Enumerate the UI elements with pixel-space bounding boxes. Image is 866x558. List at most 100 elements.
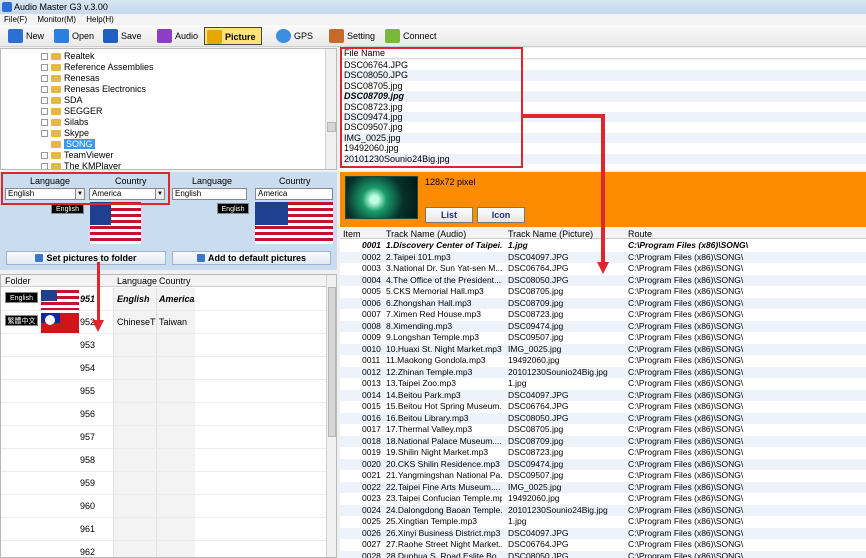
folder-row[interactable]: 952 繁體中文 ChineseT Taiwan <box>1 311 327 334</box>
track-row[interactable]: 0018 18.National Palace Museum.... DSC0870… <box>340 435 866 447</box>
track-row[interactable]: 0021 21.Yangmingshan National Pa... DSC095… <box>340 470 866 482</box>
track-picture: DSC04097.JPG <box>508 527 569 538</box>
track-row[interactable]: 0017 17.Thermal Valley.mp3 DSC08705.jpg C:\… <box>340 424 866 436</box>
track-audio: 9.Longshan Temple.mp3 <box>386 332 479 342</box>
track-audio: 11.Maokong Gondola.mp3 <box>386 355 486 365</box>
scroll-thumb[interactable] <box>328 287 336 437</box>
tree-item[interactable]: The KMPlayer <box>41 161 121 169</box>
menu-monitor[interactable]: Monitor(M) <box>37 15 76 24</box>
file-name-header[interactable]: File Name <box>340 48 866 59</box>
track-row[interactable]: 0028 28.Dunhua S. Road Eslite Bo... DSC080… <box>340 550 866 558</box>
track-row[interactable]: 0012 12.Zhinan Temple.mp3 20101230Sounio24… <box>340 366 866 378</box>
track-row[interactable]: 0024 24.Dalongdong Baoan Temple... 2010123… <box>340 504 866 516</box>
track-row[interactable]: 0009 9.Longshan Temple.mp3 DSC09507.jpg C:\… <box>340 332 866 344</box>
folder-row[interactable]: 958 <box>1 449 327 472</box>
tree-item[interactable]: Silabs <box>41 117 89 128</box>
save-icon <box>103 29 118 43</box>
tree-item[interactable]: Reference Assemblies <box>41 62 154 73</box>
folder-row[interactable]: 954 <box>1 357 327 380</box>
file-item[interactable]: DSC08709.jpg <box>340 91 866 102</box>
folder-row[interactable]: 960 <box>1 495 327 518</box>
tree-item[interactable]: SEGGER <box>41 106 103 117</box>
track-row[interactable]: 0016 16.Beitou Library.mp3 DSC08050.JPG C:\… <box>340 412 866 424</box>
icon-view-button[interactable]: Icon <box>477 207 525 223</box>
scroll-thumb[interactable] <box>327 122 336 132</box>
tree-scrollbar[interactable] <box>325 49 336 169</box>
country-label: Country <box>279 176 311 186</box>
track-row[interactable]: 0004 4.The Office of the President.... DSC… <box>340 274 866 286</box>
tree-item[interactable]: Renesas <box>41 73 100 84</box>
set-pictures-button[interactable]: Set pictures to folder <box>6 251 166 265</box>
column-route[interactable]: Route <box>628 229 652 239</box>
track-row[interactable]: 0013 13.Taipei Zoo.mp3 1.jpg C:\Program Fil… <box>340 378 866 390</box>
column-audio[interactable]: Track Name (Audio) <box>386 229 466 239</box>
track-item: 0005 <box>362 286 381 296</box>
track-audio: 2.Taipei 101.mp3 <box>386 251 451 262</box>
track-row[interactable]: 0026 26.Xinyi Business District.mp3 DSC040… <box>340 527 866 539</box>
track-row[interactable]: 0006 6.Zhongshan Hall.mp3 DSC08709.jpg C:\P… <box>340 297 866 309</box>
track-row[interactable]: 0022 22.Taipei Fine Arts Museum.... IMG_00… <box>340 481 866 493</box>
add-default-pictures-button[interactable]: Add to default pictures <box>172 251 331 265</box>
track-row[interactable]: 0027 27.Raohe Street Night Market... DSC06… <box>340 539 866 551</box>
folder-row[interactable]: 951 English English America <box>1 288 327 311</box>
folder-row[interactable]: 955 <box>1 380 327 403</box>
folder-table: Folder Language Country 951 English Englis… <box>0 274 337 558</box>
save-button[interactable]: Save <box>101 27 142 45</box>
picture-button[interactable]: Picture <box>204 27 262 45</box>
tree-item[interactable]: Skype <box>41 128 89 139</box>
file-item[interactable]: DSC08705.jpg <box>340 81 866 91</box>
column-language[interactable]: Language <box>117 276 157 286</box>
track-row[interactable]: 0020 20.CKS Shilin Residence.mp3 DSC09474.… <box>340 458 866 470</box>
default-language-field[interactable]: English <box>172 188 247 200</box>
folder-row[interactable]: 961 <box>1 518 327 541</box>
column-picture[interactable]: Track Name (Picture) <box>508 229 593 239</box>
tree-item[interactable]: Realtek <box>41 51 95 62</box>
folder-row[interactable]: 953 <box>1 334 327 357</box>
connect-button[interactable]: Connect <box>383 27 437 45</box>
country-select[interactable]: America ▼ <box>89 188 165 200</box>
track-row[interactable]: 0005 5.CKS Memorial Hall.mp3 DSC08705.jpg C… <box>340 286 866 298</box>
folder-icon <box>51 119 61 127</box>
track-picture: DSC08723.jpg <box>508 447 564 457</box>
track-row[interactable]: 0007 7.Ximen Red House.mp3 DSC08723.jpg C:\… <box>340 309 866 321</box>
file-item[interactable]: DSC08723.jpg <box>340 102 866 112</box>
folder-row[interactable]: 962 <box>1 541 327 557</box>
setting-button[interactable]: Setting <box>327 27 375 45</box>
file-item[interactable]: DSC06764.JPG <box>340 60 866 70</box>
menu-help[interactable]: Help(H) <box>86 15 114 24</box>
gps-button[interactable]: GPS <box>274 27 313 45</box>
track-row[interactable]: 0011 11.Maokong Gondola.mp3 19492060.jpg C:… <box>340 355 866 367</box>
us-flag-icon <box>90 202 141 244</box>
track-row[interactable]: 0014 14.Beitou Park.mp3 DSC04097.JPG C:\Pro… <box>340 389 866 401</box>
audio-button[interactable]: Audio <box>155 27 198 45</box>
column-folder[interactable]: Folder <box>5 276 31 286</box>
track-row[interactable]: 0019 19.Shilin Night Market.mp3 DSC08723.j… <box>340 447 866 459</box>
folder-row[interactable]: 959 <box>1 472 327 495</box>
menu-file[interactable]: File(F) <box>4 15 27 24</box>
folder-row[interactable]: 956 <box>1 403 327 426</box>
list-view-button[interactable]: List <box>425 207 473 223</box>
tree-item[interactable]: SDA <box>41 95 83 106</box>
track-row[interactable]: 0015 15.Beitou Hot Spring Museum... DSC067… <box>340 401 866 413</box>
folder-table-scrollbar[interactable] <box>326 275 336 557</box>
tree-item[interactable]: Renesas Electronics <box>41 84 146 95</box>
file-item[interactable]: DSC08050.JPG <box>340 70 866 81</box>
default-country-field[interactable]: America <box>255 188 333 200</box>
folder-icon <box>51 130 61 138</box>
track-row[interactable]: 0023 23.Taipei Confucian Temple.mp3 194920… <box>340 493 866 505</box>
folder-row[interactable]: 957 <box>1 426 327 449</box>
new-button[interactable]: New <box>6 27 44 45</box>
tree-item[interactable]: TeamViewer <box>41 150 113 161</box>
open-button[interactable]: Open <box>52 27 94 45</box>
open-icon <box>54 29 69 43</box>
column-item[interactable]: Item <box>343 229 361 239</box>
tree-item-selected[interactable]: SONG <box>41 139 95 150</box>
track-row[interactable]: 0025 25.Xingtian Temple.mp3 1.jpg C:\Progra… <box>340 516 866 528</box>
track-row[interactable]: 0010 10.Huaxi St. Night Market.mp3 IMG_002… <box>340 343 866 355</box>
track-row[interactable]: 0008 8.Ximending.mp3 DSC09474.jpg C:\Progra… <box>340 320 866 332</box>
column-country[interactable]: Country <box>159 276 191 286</box>
track-item: 0023 <box>362 493 381 503</box>
language-select[interactable]: English ▼ <box>5 188 85 200</box>
track-picture: DSC08723.jpg <box>508 309 564 319</box>
track-item: 0009 <box>362 332 381 342</box>
